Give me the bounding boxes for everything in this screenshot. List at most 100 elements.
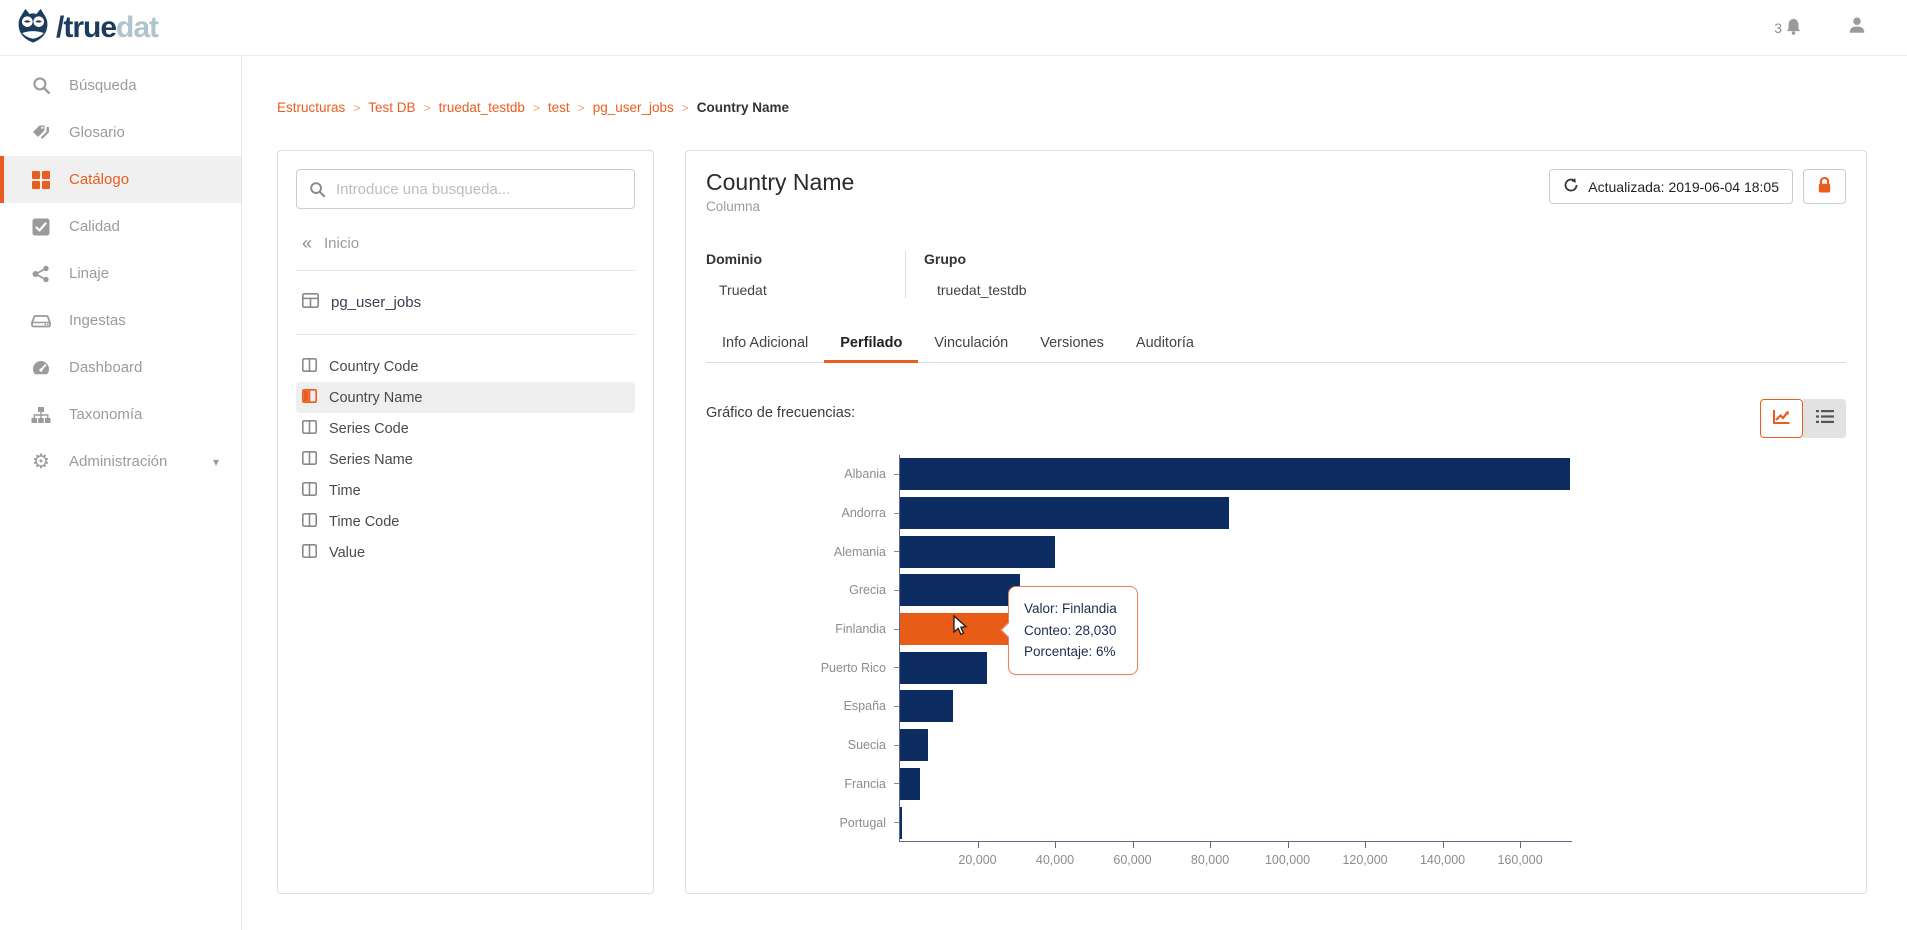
refresh-updated-button[interactable]: Actualizada: 2019-06-04 18:05: [1549, 169, 1793, 204]
breadcrumb-separator: >: [577, 100, 585, 115]
sidebar-item-label: Glosario: [69, 124, 125, 141]
bar-row: [900, 687, 1572, 726]
tree-search-box: [296, 169, 635, 209]
tab-info-adicional[interactable]: Info Adicional: [706, 326, 824, 362]
x-axis-tick: [1442, 841, 1444, 848]
bar-suecia[interactable]: [900, 729, 928, 762]
chevron-down-icon: ▾: [212, 454, 219, 469]
y-axis-label: Albania: [706, 455, 899, 494]
tree-column-item[interactable]: Value: [296, 537, 635, 568]
tree-column-item[interactable]: Series Code: [296, 413, 635, 444]
tab-versiones[interactable]: Versiones: [1024, 326, 1120, 362]
tab-perfilado[interactable]: Perfilado: [824, 326, 919, 363]
sidebar-item-label: Dashboard: [69, 359, 143, 376]
notifications-button[interactable]: 3: [1774, 17, 1803, 39]
hard-drive-icon: [30, 312, 52, 330]
x-axis-tick: [977, 841, 979, 848]
sidebar-item-linaje[interactable]: Linaje: [0, 250, 241, 297]
double-chevron-left-icon: «: [302, 233, 313, 253]
bar-francia[interactable]: [900, 767, 921, 800]
sidebar-item-administracion[interactable]: ⚙ Administración ▾: [0, 438, 241, 485]
list-icon: [1815, 409, 1834, 429]
tree-home-link[interactable]: « Inicio: [302, 233, 635, 254]
lock-button[interactable]: [1803, 169, 1846, 204]
tree-column-item[interactable]: Country Code: [296, 351, 635, 382]
tree-table-item[interactable]: pg_user_jobs: [296, 287, 635, 318]
bar-row: [900, 455, 1572, 494]
sidebar-item-label: Calidad: [69, 218, 120, 235]
bar-row: [900, 648, 1572, 687]
user-menu-button[interactable]: [1847, 15, 1867, 40]
breadcrumb-link[interactable]: Test DB: [368, 100, 415, 115]
bar-grecia[interactable]: [900, 574, 1021, 607]
chart-tooltip: Valor: Finlandia Conteo: 28,030 Porcenta…: [1000, 586, 1138, 675]
bar-españa[interactable]: [900, 690, 954, 723]
user-icon: [1847, 17, 1867, 39]
breadcrumb-separator: >: [681, 100, 689, 115]
tree-column-label: Value: [329, 544, 366, 561]
search-input[interactable]: [336, 180, 634, 198]
tree-column-item[interactable]: Country Name: [296, 382, 635, 413]
chart-y-axis: Albania Andorra Alemania Grecia Finlandia Pue…: [706, 455, 899, 842]
x-tick-label: 40,000: [1035, 853, 1075, 867]
sidebar-item-glosario[interactable]: Glosario: [0, 109, 241, 156]
tab-vinculacion[interactable]: Vinculación: [918, 326, 1024, 362]
breadcrumb: Estructuras > Test DB > truedat_testdb >…: [277, 100, 789, 115]
truedat-logo[interactable]: /truedat: [0, 6, 159, 49]
tooltip-percentage: Porcentaje: 6%: [1024, 644, 1116, 659]
table-icon: [302, 293, 319, 312]
tree-column-label: Country Name: [329, 389, 423, 406]
sidebar-item-dashboard[interactable]: Dashboard: [0, 344, 241, 391]
column-icon: [302, 357, 317, 376]
lock-icon: [1816, 176, 1833, 197]
tree-column-label: Series Code: [329, 420, 409, 437]
tags-icon: [30, 123, 52, 142]
x-axis-tick: [1210, 841, 1212, 848]
breadcrumb-link[interactable]: test: [548, 100, 570, 115]
structure-tree-panel: « Inicio pg_user_jobs Country Code Countr…: [277, 150, 654, 894]
bar-portugal[interactable]: [900, 806, 902, 839]
sidebar-item-catalogo[interactable]: Catálogo: [0, 156, 241, 203]
domain-label: Dominio: [706, 251, 762, 267]
tree-column-item[interactable]: Time: [296, 475, 635, 506]
line-chart-icon: [1772, 408, 1791, 430]
bar-alemania[interactable]: [900, 535, 1056, 568]
tree-column-label: Country Code: [329, 358, 419, 375]
tab-auditoria[interactable]: Auditoría: [1120, 326, 1210, 362]
list-view-button[interactable]: [1803, 399, 1846, 438]
tree-column-item[interactable]: Time Code: [296, 506, 635, 537]
sitemap-icon: [30, 406, 52, 424]
breadcrumb-link[interactable]: pg_user_jobs: [593, 100, 674, 115]
sidebar-item-ingestas[interactable]: Ingestas: [0, 297, 241, 344]
sidebar-item-label: Búsqueda: [69, 77, 137, 94]
refresh-icon: [1563, 177, 1579, 196]
bar-puerto-rico[interactable]: [900, 651, 988, 684]
bell-icon: [1784, 17, 1803, 39]
y-axis-label: Andorra: [706, 494, 899, 533]
sidebar-item-busqueda[interactable]: Búsqueda: [0, 62, 241, 109]
breadcrumb-link[interactable]: truedat_testdb: [439, 100, 525, 115]
sidebar-item-taxonomia[interactable]: Taxonomía: [0, 391, 241, 438]
breadcrumb-link[interactable]: Estructuras: [277, 100, 345, 115]
tree-column-label: Series Name: [329, 451, 413, 468]
x-axis-tick: [1132, 841, 1134, 848]
chart-view-button[interactable]: [1760, 399, 1803, 438]
column-icon: [302, 419, 317, 438]
bar-andorra[interactable]: [900, 497, 1230, 530]
group-value: truedat_testdb: [937, 282, 1027, 298]
bar-albania[interactable]: [900, 458, 1571, 491]
column-icon: [302, 388, 317, 407]
y-axis-label: Francia: [706, 765, 899, 804]
detail-tabs: Info Adicional Perfilado Vinculación Ver…: [706, 326, 1846, 363]
structure-detail-panel: Country Name Columna Actualizada: 2019-0…: [685, 150, 1867, 894]
sidebar-item-calidad[interactable]: Calidad: [0, 203, 241, 250]
tree-column-label: Time Code: [329, 513, 400, 530]
x-tick-label: 80,000: [1190, 853, 1230, 867]
share-icon: [30, 265, 52, 283]
x-tick-label: 20,000: [958, 853, 997, 867]
y-axis-label: Puerto Rico: [706, 648, 899, 687]
divider: [296, 334, 635, 335]
x-axis-tick: [1287, 841, 1289, 848]
y-axis-label: Finlandia: [706, 610, 899, 649]
tree-column-item[interactable]: Series Name: [296, 444, 635, 475]
